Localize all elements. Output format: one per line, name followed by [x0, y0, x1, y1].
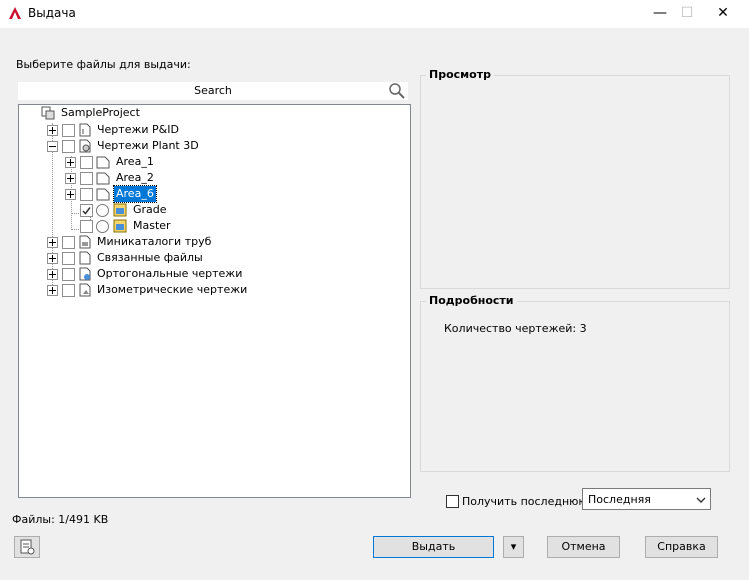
- search-icon[interactable]: [388, 82, 406, 100]
- checkbox[interactable]: [80, 220, 93, 233]
- tree-label: Ортогональные чертежи: [97, 267, 243, 280]
- checkbox[interactable]: [62, 124, 75, 137]
- close-button[interactable]: ✕: [700, 0, 746, 28]
- expand-icon[interactable]: [47, 237, 58, 248]
- file-icon: [79, 251, 91, 265]
- get-latest-label: Получить последнюю: [462, 495, 588, 508]
- details-title: Подробности: [429, 294, 514, 307]
- folder-icon: [96, 172, 110, 185]
- expand-icon[interactable]: [47, 269, 58, 280]
- issue-dropdown-button[interactable]: ▾: [503, 536, 524, 558]
- window-title: Выдача: [28, 6, 76, 20]
- chevron-down-icon: [696, 497, 706, 503]
- log-icon: [20, 539, 35, 555]
- preview-title: Просмотр: [429, 68, 491, 81]
- tree-label: Миникаталоги труб: [97, 235, 212, 248]
- version-select-value: Последняя: [588, 493, 651, 506]
- search-box[interactable]: Search: [18, 82, 408, 100]
- folder-icon: [96, 156, 110, 169]
- checkbox[interactable]: [62, 140, 75, 153]
- tree-item-related-files[interactable]: Связанные файлы: [19, 250, 399, 266]
- drawing-file-icon: [113, 203, 127, 217]
- iso-drawing-icon: [79, 283, 91, 297]
- folder-icon: [96, 188, 110, 201]
- tree-label: Чертежи Plant 3D: [97, 139, 199, 152]
- tree-item-pid[interactable]: Чертежи P&ID: [19, 122, 399, 138]
- files-size-status: Файлы: 1/491 KB: [12, 513, 109, 526]
- ortho-drawing-icon: [79, 267, 91, 281]
- checkbox[interactable]: [62, 268, 75, 281]
- plant3d-drawing-icon: [79, 139, 91, 153]
- help-button[interactable]: Справка: [645, 536, 718, 558]
- checkbox[interactable]: [80, 172, 93, 185]
- issue-button[interactable]: Выдать: [373, 536, 494, 558]
- tree-item-area6[interactable]: Area_6: [19, 185, 399, 203]
- tree-item-grade[interactable]: Grade: [19, 202, 399, 218]
- expand-icon[interactable]: [47, 285, 58, 296]
- history-button[interactable]: [14, 536, 40, 558]
- expand-icon[interactable]: [65, 189, 76, 200]
- pid-drawing-icon: [79, 123, 91, 137]
- tree-item-area1[interactable]: Area_1: [19, 154, 399, 170]
- version-select[interactable]: Последняя: [582, 488, 711, 510]
- autocad-logo-icon: [9, 7, 21, 19]
- tree-label: Связанные файлы: [97, 251, 203, 264]
- tree-item-master[interactable]: Master: [19, 218, 399, 234]
- tree-label: Area_2: [116, 171, 154, 184]
- expand-icon[interactable]: [65, 173, 76, 184]
- tree-item-plant3d[interactable]: Чертежи Plant 3D: [19, 138, 399, 154]
- status-circle: [96, 204, 109, 217]
- checkbox[interactable]: [62, 252, 75, 265]
- checkbox[interactable]: [80, 188, 93, 201]
- status-circle: [96, 220, 109, 233]
- tree-item-ortho[interactable]: Ортогональные чертежи: [19, 266, 399, 282]
- expand-icon[interactable]: [47, 253, 58, 264]
- tree-label: Чертежи P&ID: [97, 123, 179, 136]
- tree-item-iso[interactable]: Изометрические чертежи: [19, 282, 399, 298]
- catalog-icon: [79, 235, 91, 249]
- collapse-icon[interactable]: [47, 141, 58, 152]
- tree-label: Area_1: [116, 155, 154, 168]
- checkbox[interactable]: [62, 236, 75, 249]
- tree-item-minicatalogs[interactable]: Миникаталоги труб: [19, 234, 399, 250]
- search-input[interactable]: Search: [18, 84, 408, 97]
- checkbox[interactable]: [80, 156, 93, 169]
- tree-label: SampleProject: [61, 106, 140, 119]
- checkbox-checked[interactable]: [80, 204, 93, 217]
- drawing-file-icon: [113, 219, 127, 233]
- cancel-button[interactable]: Отмена: [547, 536, 620, 558]
- expand-icon[interactable]: [65, 157, 76, 168]
- tree-item-area2[interactable]: Area_2: [19, 170, 399, 186]
- tree-label-selected: Area_6: [113, 185, 157, 203]
- files-prompt-label: Выберите файлы для выдачи:: [16, 58, 191, 71]
- title-bar: Выдача — ☐ ✕: [0, 0, 749, 28]
- expand-icon[interactable]: [47, 125, 58, 136]
- file-tree[interactable]: SampleProject Чертежи P&ID Чертежи Plant…: [18, 104, 411, 498]
- preview-group: [420, 75, 730, 289]
- checkbox[interactable]: [62, 284, 75, 297]
- tree-label: Изометрические чертежи: [97, 283, 248, 296]
- get-latest-checkbox[interactable]: [446, 495, 459, 508]
- drawings-count-text: Количество чертежей: 3: [444, 322, 587, 335]
- checkmark-icon: [82, 207, 91, 215]
- tree-label: Grade: [133, 203, 167, 216]
- tree-label: Master: [133, 219, 171, 232]
- project-icon: [41, 106, 55, 120]
